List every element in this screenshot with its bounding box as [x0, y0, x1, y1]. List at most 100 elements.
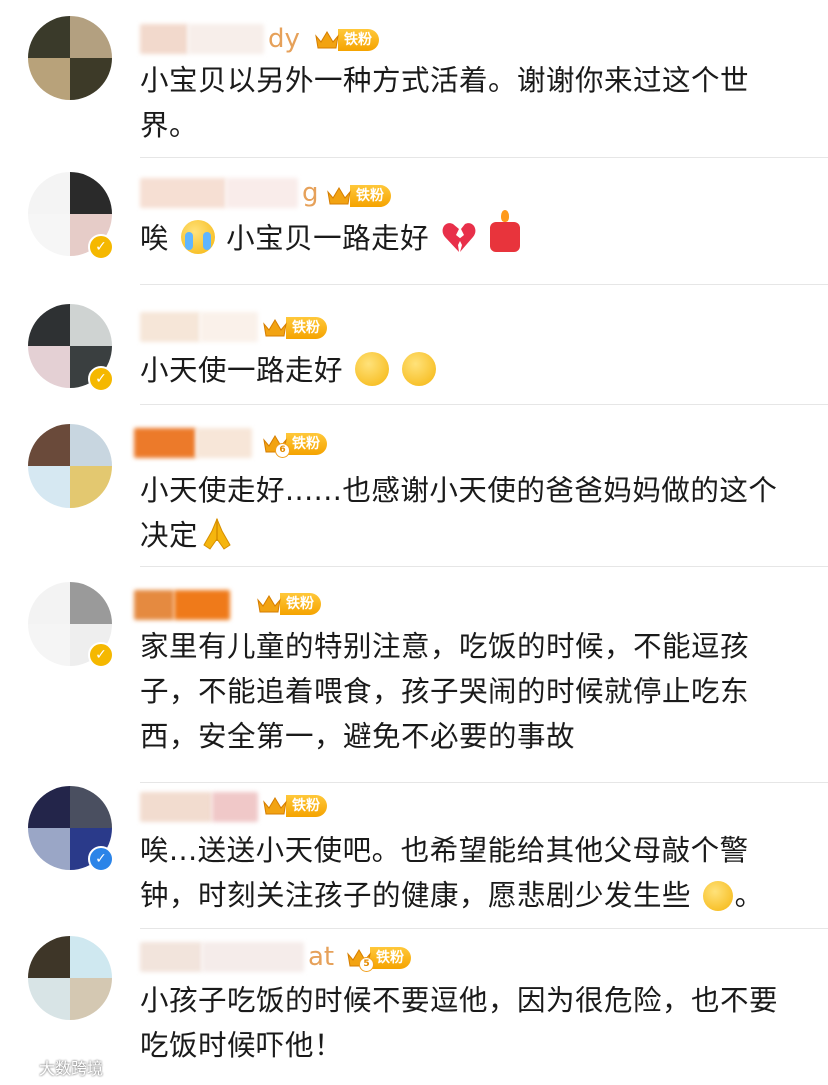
fan-badge[interactable]: 铁粉: [262, 792, 327, 820]
avatar-pixel: [70, 582, 112, 624]
username[interactable]: dy: [140, 22, 300, 56]
avatar-pixel: [28, 424, 70, 466]
avatar-pixel: [28, 978, 70, 1020]
username-suffix: g: [302, 178, 319, 208]
comment-text: 小天使走好......也感谢小天使的爸爸妈妈做的这个 决定: [140, 468, 800, 558]
comment-text: 家里有儿童的特别注意，吃饭的时候，不能逗孩子，不能追着喂食，孩子哭闹的时候就停止…: [140, 630, 750, 753]
verified-icon: ✓: [88, 642, 114, 668]
avatar-pixel: [28, 786, 70, 828]
comment-text-part: 决定: [140, 519, 199, 552]
divider: [140, 928, 828, 929]
crown-icon: [262, 794, 288, 818]
comment-text-part: 唉: [140, 222, 170, 255]
comment-text: 小宝贝以另外一种方式活着。谢谢你来过这个世界。: [140, 64, 750, 142]
username-blur: [200, 312, 258, 342]
watermark: 大数跨境: [6, 1055, 103, 1079]
username[interactable]: at: [140, 940, 334, 974]
candle-icon: [490, 210, 521, 252]
badge-label: 铁粉: [286, 795, 327, 817]
verified-icon: ✓: [88, 234, 114, 260]
fan-badge[interactable]: 铁粉: [262, 314, 327, 342]
badge-label: 铁粉: [338, 29, 379, 51]
avatar-pixel: [28, 172, 70, 214]
folded-hands-icon: [200, 517, 234, 551]
username[interactable]: [140, 790, 258, 824]
username-blur: [134, 590, 174, 620]
username-blur: [134, 428, 196, 458]
avatar[interactable]: [28, 16, 112, 100]
avatar-pixel: [70, 58, 112, 100]
fan-badge[interactable]: 5 铁粉: [346, 944, 411, 972]
badge-label: 铁粉: [370, 947, 411, 969]
crown-icon: [256, 592, 282, 616]
avatar-pixel: [70, 172, 112, 214]
crown-icon: [326, 184, 352, 208]
comment-text-part: 小天使一路走好: [140, 354, 344, 387]
username-blur: [140, 942, 202, 972]
fan-badge[interactable]: 铁粉: [256, 590, 321, 618]
avatar-pixel: [70, 16, 112, 58]
comment-text: 小孩子吃饭的时候不要逗他，因为很危险，也不要吃饭时候吓他！: [140, 984, 779, 1062]
divider: [140, 404, 828, 405]
avatar[interactable]: [28, 936, 112, 1020]
username-blur: [140, 24, 188, 54]
verified-icon: ✓: [88, 366, 114, 392]
divider: [140, 782, 828, 783]
username-blur: [188, 24, 264, 54]
divider: [140, 566, 828, 567]
avatar-pixel: [28, 214, 70, 256]
fan-badge[interactable]: 铁粉: [326, 182, 391, 210]
avatar-pixel: [28, 304, 70, 346]
comment-text: 小天使一路走好: [140, 348, 800, 393]
avatar-pixel: [28, 466, 70, 508]
avatar-pixel: [28, 582, 70, 624]
username[interactable]: [134, 588, 230, 622]
badge-label: 铁粉: [350, 185, 391, 207]
comment-text-part: 小天使走好......也感谢小天使的爸爸妈妈做的这个: [140, 474, 778, 507]
crying-face-icon: [180, 220, 215, 254]
username[interactable]: [134, 426, 252, 460]
username-blur: [140, 792, 212, 822]
divider: [140, 157, 828, 158]
username-suffix: dy: [268, 24, 300, 54]
avatar-pixel: [70, 424, 112, 466]
crown-icon: [314, 28, 340, 52]
badge-label: 铁粉: [280, 593, 321, 615]
comment-text-part: 小宝贝一路走好: [226, 222, 430, 255]
avatar-pixel: [70, 466, 112, 508]
username-blur: [174, 590, 230, 620]
avatar-pixel: [28, 16, 70, 58]
pleading-face-icon: [402, 352, 437, 386]
hugging-face-icon: [702, 881, 733, 911]
avatar-pixel: [70, 786, 112, 828]
username-blur: [196, 428, 252, 458]
verified-icon: ✓: [88, 846, 114, 872]
username-suffix: at: [308, 942, 335, 972]
broken-heart-icon: [441, 220, 477, 254]
comment-text: 唉 小宝贝一路走好: [140, 210, 800, 261]
username-blur: [140, 178, 226, 208]
avatar-pixel: [28, 58, 70, 100]
fan-badge[interactable]: 6 铁粉: [262, 430, 327, 458]
username[interactable]: g: [140, 176, 319, 210]
crown-icon: 6: [262, 432, 290, 458]
username[interactable]: [140, 310, 258, 344]
badge-level: 5: [359, 957, 374, 972]
comment-text-part: 。: [734, 879, 764, 912]
avatar-pixel: [70, 978, 112, 1020]
username-blur: [212, 792, 258, 822]
avatar-pixel: [70, 936, 112, 978]
badge-label: 铁粉: [286, 317, 327, 339]
avatar-pixel: [70, 304, 112, 346]
badge-level: 6: [275, 443, 290, 458]
fan-badge[interactable]: 铁粉: [314, 26, 379, 54]
avatar-pixel: [28, 936, 70, 978]
divider: [140, 284, 828, 285]
badge-label: 铁粉: [286, 433, 327, 455]
pleading-face-icon: [354, 352, 389, 386]
comment-text-part: 唉...送送小天使吧。也希望能给其他父母敲个警钟，时刻关注孩子的健康，愿悲剧少发…: [140, 834, 749, 912]
watermark-text: 大数跨境: [39, 1059, 104, 1078]
crown-icon: 5: [346, 946, 374, 972]
username-blur: [226, 178, 298, 208]
avatar[interactable]: [28, 424, 112, 508]
